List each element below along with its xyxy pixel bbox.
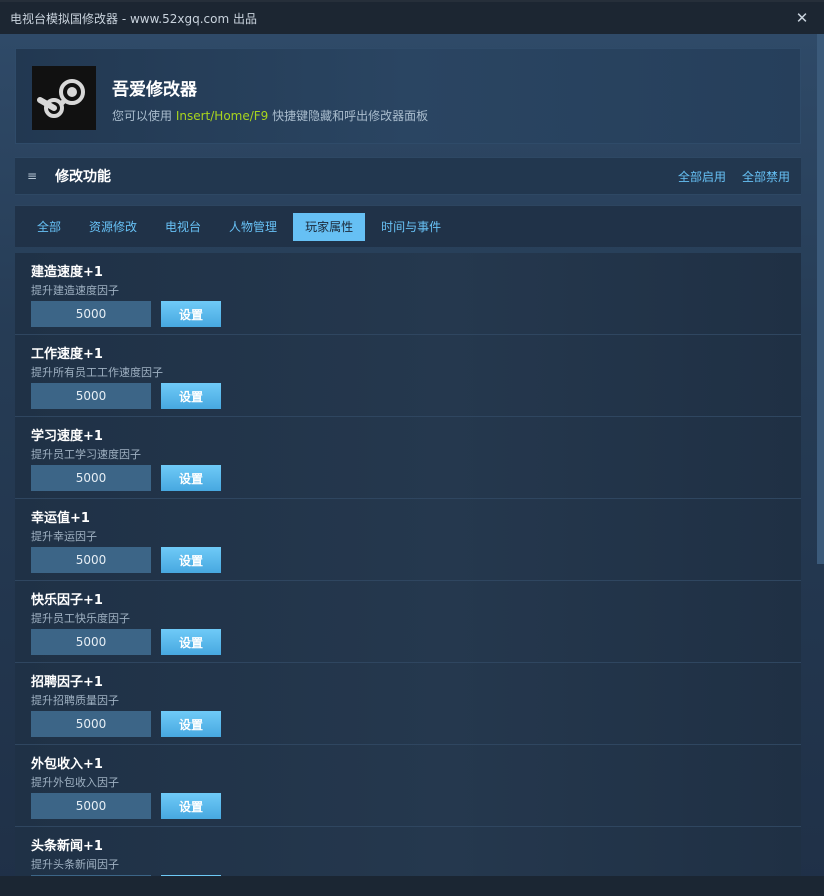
set-button[interactable]: 设置: [161, 547, 221, 573]
list-item: 工作速度+1 提升所有员工工作速度因子 设置: [15, 335, 801, 417]
value-input[interactable]: [31, 465, 151, 491]
list-item: 学习速度+1 提升员工学习速度因子 设置: [15, 417, 801, 499]
item-desc: 提升建造速度因子: [31, 284, 119, 297]
window-titlebar: 电视台模拟国修改器 - www.52xgq.com 出品 ✕: [0, 0, 824, 34]
tab-personnel[interactable]: 人物管理: [217, 213, 289, 241]
bottom-bar: [0, 876, 824, 896]
item-name: 快乐因子+1: [31, 593, 103, 608]
tab-time-events[interactable]: 时间与事件: [369, 213, 453, 241]
list-item: 快乐因子+1 提升员工快乐度因子 设置: [15, 581, 801, 663]
set-button[interactable]: 设置: [161, 793, 221, 819]
enable-all-link[interactable]: 全部启用: [678, 168, 726, 185]
item-desc: 提升所有员工工作速度因子: [31, 366, 163, 379]
item-desc: 提升外包收入因子: [31, 776, 119, 789]
item-name: 招聘因子+1: [31, 675, 103, 690]
item-desc: 提升幸运因子: [31, 530, 97, 543]
value-input[interactable]: [31, 629, 151, 655]
item-name: 工作速度+1: [31, 347, 103, 362]
set-button[interactable]: 设置: [161, 383, 221, 409]
tab-player-attributes[interactable]: 玩家属性: [293, 212, 366, 241]
header-card: 吾爱修改器 您可以使用 Insert/Home/F9 快捷键隐藏和呼出修改器面板: [15, 48, 801, 144]
tab-tv-station[interactable]: 电视台: [153, 213, 213, 241]
item-desc: 提升头条新闻因子: [31, 858, 119, 871]
value-input[interactable]: [31, 383, 151, 409]
item-desc: 提升员工快乐度因子: [31, 612, 130, 625]
item-desc: 提升员工学习速度因子: [31, 448, 141, 461]
item-name: 建造速度+1: [31, 265, 103, 280]
item-name: 幸运值+1: [31, 511, 90, 526]
subtitle-suffix: 快捷键隐藏和呼出修改器面板: [268, 109, 429, 123]
set-button[interactable]: 设置: [161, 629, 221, 655]
window-title: 电视台模拟国修改器 - www.52xgq.com 出品: [10, 11, 257, 26]
close-icon[interactable]: ✕: [792, 9, 812, 27]
steam-logo-icon: [32, 66, 96, 130]
tab-resources[interactable]: 资源修改: [77, 213, 149, 241]
section-actions: 全部启用 全部禁用: [678, 168, 790, 185]
value-input[interactable]: [31, 301, 151, 327]
item-name: 外包收入+1: [31, 757, 103, 772]
main-content: 吾爱修改器 您可以使用 Insert/Home/F9 快捷键隐藏和呼出修改器面板…: [0, 34, 824, 896]
set-button[interactable]: 设置: [161, 301, 221, 327]
set-button[interactable]: 设置: [161, 711, 221, 737]
hotkey-text: Insert/Home/F9: [175, 109, 269, 123]
value-input[interactable]: [31, 793, 151, 819]
cheat-list: 建造速度+1 提升建造速度因子 设置 工作速度+1 提升所有员工工作速度因子 设…: [15, 253, 801, 896]
list-item: 外包收入+1 提升外包收入因子 设置: [15, 745, 801, 827]
disable-all-link[interactable]: 全部禁用: [742, 168, 790, 185]
scrollbar[interactable]: [817, 34, 824, 564]
category-tabs: 全部 资源修改 电视台 人物管理 玩家属性 时间与事件: [15, 205, 801, 247]
section-title: 修改功能: [55, 169, 112, 185]
value-input[interactable]: [31, 711, 151, 737]
list-item: 建造速度+1 提升建造速度因子 设置: [15, 253, 801, 335]
item-desc: 提升招聘质量因子: [31, 694, 119, 707]
value-input[interactable]: [31, 547, 151, 573]
section-bar: ≡ 修改功能 全部启用 全部禁用: [15, 157, 801, 195]
app-title: 吾爱修改器: [112, 80, 197, 100]
item-name: 头条新闻+1: [31, 839, 103, 854]
list-item: 招聘因子+1 提升招聘质量因子 设置: [15, 663, 801, 745]
app-subtitle: 您可以使用 Insert/Home/F9 快捷键隐藏和呼出修改器面板: [112, 107, 428, 124]
list-item: 幸运值+1 提升幸运因子 设置: [15, 499, 801, 581]
subtitle-prefix: 您可以使用: [112, 109, 176, 123]
tab-all[interactable]: 全部: [25, 213, 73, 241]
set-button[interactable]: 设置: [161, 465, 221, 491]
menu-icon: ≡: [27, 169, 38, 183]
item-name: 学习速度+1: [31, 429, 103, 444]
